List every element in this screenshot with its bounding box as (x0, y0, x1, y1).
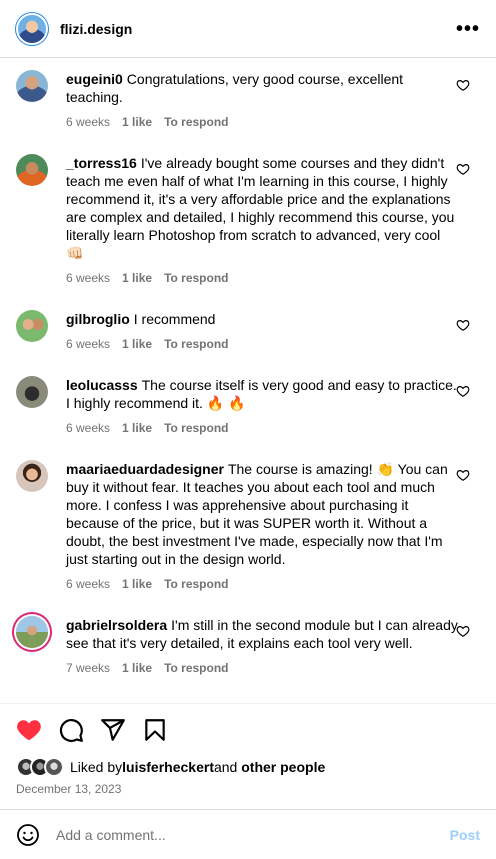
liked-by-others[interactable]: other people (241, 759, 325, 775)
comment-likes[interactable]: 1 like (122, 421, 152, 435)
comment-item: gabrielrsoldera I'm still in the second m… (16, 616, 480, 689)
comment-username[interactable]: _torress16 (66, 155, 137, 171)
more-options-icon[interactable]: ••• (456, 19, 480, 39)
post-date[interactable]: December 13, 2023 (16, 782, 480, 796)
comment-time: 7 weeks (66, 661, 111, 675)
liked-by-row: Liked byluisferheckertand other people (16, 757, 480, 777)
commenter-avatar[interactable] (16, 460, 48, 492)
comment-likes[interactable]: 1 like (122, 661, 152, 675)
commenter-avatar[interactable] (16, 310, 48, 342)
like-comment-heart-icon[interactable] (456, 162, 470, 176)
emoji-icon[interactable] (16, 823, 40, 847)
liked-by-and: and (213, 759, 238, 775)
reply-button[interactable]: To respond (164, 337, 228, 351)
liked-by-text: Liked byluisferheckertand other people (70, 759, 325, 775)
comment-emoji: 🔥 🔥 (206, 395, 246, 411)
like-comment-heart-icon[interactable] (456, 468, 470, 482)
bookmark-icon[interactable] (142, 717, 168, 743)
liker-avatars[interactable] (16, 757, 64, 777)
author-username[interactable]: flizi.design (60, 21, 132, 37)
comments-list[interactable]: eugeini0 Congratulations, very good cours… (0, 59, 496, 702)
comment-item: maariaeduardadesigner The course is amazi… (16, 460, 480, 605)
action-icons-row (16, 704, 480, 756)
commenter-avatar[interactable] (16, 376, 48, 408)
post-comment-button[interactable]: Post (450, 827, 480, 843)
commenter-avatar[interactable] (16, 154, 48, 186)
like-comment-heart-icon[interactable] (456, 624, 470, 638)
comment-emoji: 👊🏻 (66, 245, 84, 261)
comment-item: leolucasss The course itself is very good… (16, 376, 480, 449)
comment-input[interactable] (56, 826, 426, 843)
comment-username[interactable]: eugeini0 (66, 71, 123, 87)
comment-username[interactable]: gabrielrsoldera (66, 617, 167, 633)
commenter-avatar-story-ring[interactable] (16, 616, 48, 648)
comment-username[interactable]: leolucasss (66, 377, 138, 393)
like-comment-heart-icon[interactable] (456, 318, 470, 332)
liked-by-prefix: Liked by (70, 759, 123, 775)
liked-by-user[interactable]: luisferheckert (122, 759, 214, 775)
like-comment-heart-icon[interactable] (456, 384, 470, 398)
reply-button[interactable]: To respond (164, 271, 228, 285)
comment-username[interactable]: maariaeduardadesigner (66, 461, 224, 477)
comment-time: 6 weeks (66, 337, 111, 351)
comment-item: eugeini0 Congratulations, very good cours… (16, 70, 480, 143)
heart-filled-icon[interactable] (16, 717, 42, 743)
comment-username[interactable]: gilbroglio (66, 311, 130, 327)
comment-text: I recommend (133, 311, 216, 327)
comment-likes[interactable]: 1 like (122, 271, 152, 285)
comment-likes[interactable]: 1 like (122, 115, 152, 129)
comment-time: 6 weeks (66, 115, 111, 129)
commenter-avatar[interactable] (16, 70, 48, 102)
comment-item: _torress16 I've already bought some cours… (16, 154, 480, 299)
comment-icon[interactable] (58, 717, 84, 743)
reply-button[interactable]: To respond (164, 577, 228, 591)
like-comment-heart-icon[interactable] (456, 78, 470, 92)
comment-time: 6 weeks (66, 421, 111, 435)
comment-likes[interactable]: 1 like (122, 577, 152, 591)
reply-button[interactable]: To respond (164, 661, 228, 675)
comment-time: 6 weeks (66, 271, 111, 285)
comment-time: 6 weeks (66, 577, 111, 591)
reply-button[interactable]: To respond (164, 115, 228, 129)
share-icon[interactable] (100, 717, 126, 743)
author-avatar[interactable] (16, 12, 48, 45)
post-actions: Liked byluisferheckertand other people D… (0, 703, 496, 796)
add-comment-bar: Post (0, 809, 496, 859)
post-header: flizi.design ••• (0, 0, 496, 58)
comment-item: gilbroglio I recommend 6 weeks 1 like To … (16, 310, 480, 365)
reply-button[interactable]: To respond (164, 421, 228, 435)
liker-avatar[interactable] (44, 757, 64, 777)
comment-likes[interactable]: 1 like (122, 337, 152, 351)
